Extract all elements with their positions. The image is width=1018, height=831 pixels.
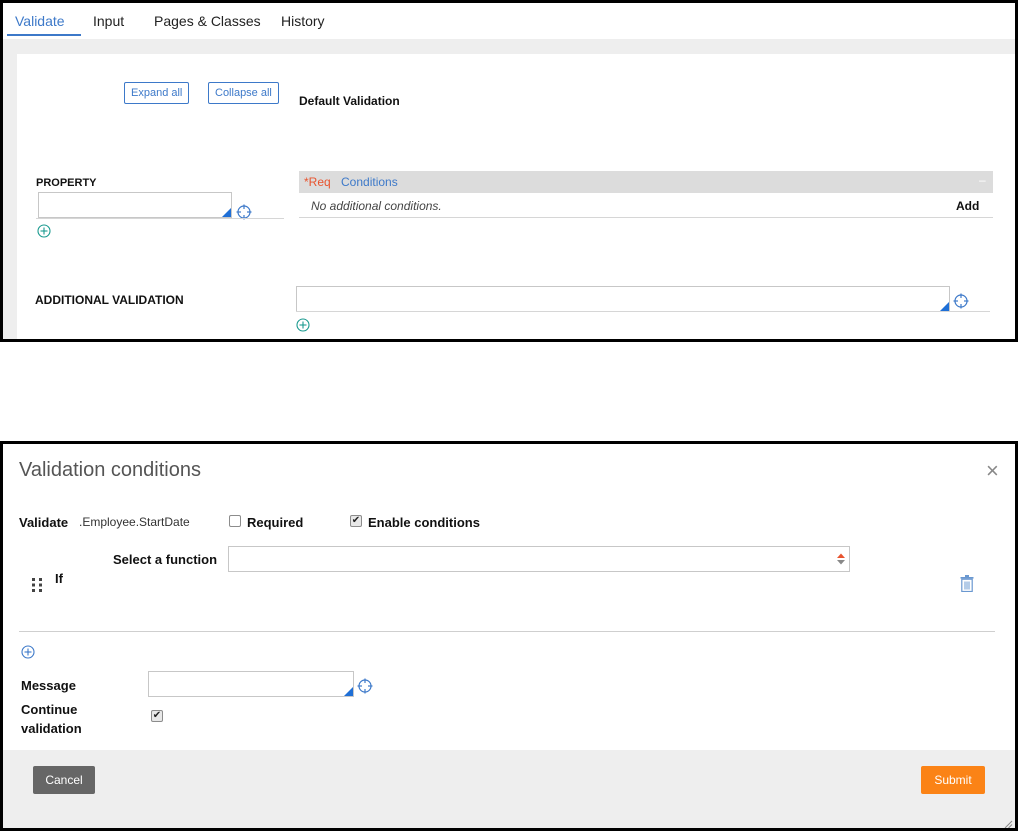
- add-condition-link[interactable]: Add: [956, 199, 979, 213]
- dialog-footer: [3, 750, 1015, 828]
- select-function-dropdown[interactable]: [228, 546, 850, 572]
- expand-all-button[interactable]: Expand all: [124, 82, 190, 104]
- conditions-header: *Req Conditions –: [299, 171, 993, 193]
- additional-validation-underline: [296, 311, 990, 312]
- required-label: Required: [247, 515, 304, 530]
- property-input[interactable]: [38, 192, 232, 218]
- message-input[interactable]: [148, 671, 354, 697]
- tab-bar: Validate Input Pages & Classes History: [3, 3, 1015, 39]
- crosshair-icon[interactable]: [357, 678, 373, 694]
- tab-input[interactable]: Input: [93, 13, 124, 29]
- add-validation-icon[interactable]: [296, 318, 310, 332]
- validate-label: Validate: [19, 515, 69, 530]
- if-label: If: [55, 571, 63, 586]
- sort-arrows-icon: [837, 553, 845, 565]
- conditions-divider: [299, 217, 993, 218]
- autocomplete-corner-icon: [940, 302, 949, 311]
- trash-icon[interactable]: [960, 575, 974, 592]
- cancel-button[interactable]: Cancel: [33, 766, 95, 794]
- autocomplete-corner-icon: [344, 687, 353, 696]
- continue-validation-label-line2: validation: [21, 721, 82, 736]
- enable-conditions-checkbox[interactable]: ✔: [350, 515, 362, 527]
- select-function-label: Select a function: [113, 552, 218, 567]
- message-label: Message: [21, 678, 76, 693]
- submit-button[interactable]: Submit: [921, 766, 985, 794]
- required-column-label: *Req: [304, 175, 331, 189]
- conditions-column-label[interactable]: Conditions: [341, 175, 398, 189]
- add-condition-icon[interactable]: [21, 645, 35, 659]
- tab-validate[interactable]: Validate: [15, 13, 65, 29]
- autocomplete-corner-icon: [222, 208, 231, 217]
- crosshair-icon[interactable]: [953, 293, 969, 309]
- property-label: PROPERTY: [36, 177, 97, 189]
- property-path: .Employee.StartDate: [79, 515, 190, 529]
- additional-validation-input[interactable]: [296, 286, 950, 312]
- validation-conditions-dialog: Validation conditions × Validate .Employ…: [0, 441, 1018, 831]
- continue-validation-label-line1: Continue: [21, 702, 78, 717]
- additional-validation-label: ADDITIONAL VALIDATION: [35, 293, 184, 307]
- collapse-conditions-icon[interactable]: –: [979, 173, 986, 187]
- validate-rule-panel: Validate Input Pages & Classes History E…: [0, 0, 1018, 342]
- continue-validation-checkbox[interactable]: ✔: [151, 710, 163, 722]
- collapse-all-button[interactable]: Collapse all: [208, 82, 279, 104]
- no-conditions-text: No additional conditions.: [311, 199, 442, 213]
- tab-pages-classes[interactable]: Pages & Classes: [154, 13, 261, 29]
- condition-divider: [19, 631, 995, 632]
- add-property-icon[interactable]: [37, 224, 51, 238]
- close-icon[interactable]: ×: [986, 460, 999, 482]
- tab-history[interactable]: History: [281, 13, 325, 29]
- active-tab-indicator: [7, 34, 81, 36]
- enable-conditions-label: Enable conditions: [368, 515, 480, 530]
- property-underline: [36, 218, 284, 219]
- required-checkbox[interactable]: [229, 515, 241, 527]
- default-validation-label: Default Validation: [299, 94, 400, 108]
- resize-handle-icon[interactable]: [1004, 820, 1013, 829]
- drag-handle-icon[interactable]: [31, 577, 43, 593]
- dialog-title: Validation conditions: [19, 459, 201, 481]
